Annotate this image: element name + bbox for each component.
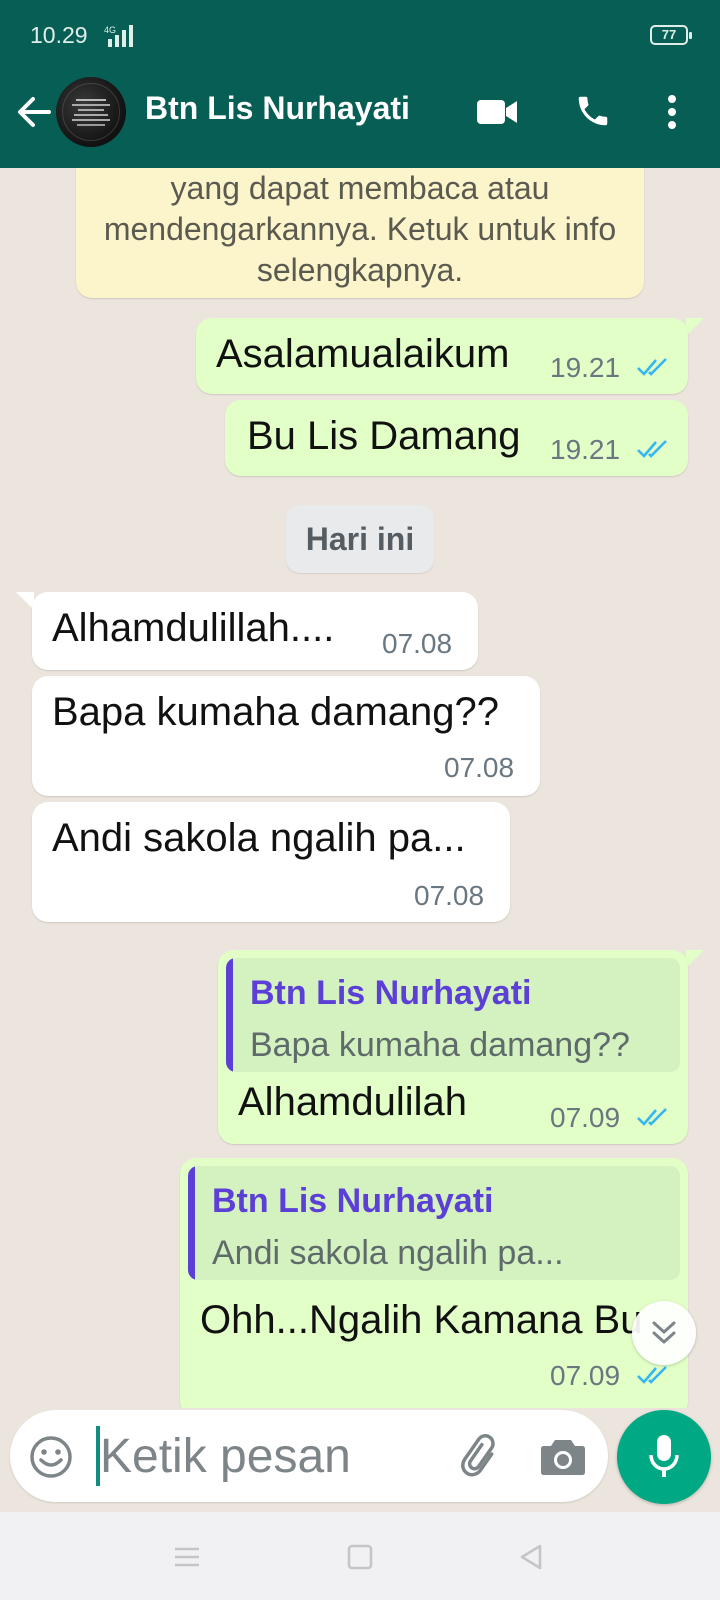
message-bubble-incoming[interactable]: Andi sakola ngalih pa... 07.08 xyxy=(32,802,510,922)
date-separator: Hari ini xyxy=(286,505,434,573)
status-bar: 10.29 4G 77 xyxy=(0,0,720,70)
quoted-text: Bapa kumaha damang?? xyxy=(250,1026,630,1064)
message-text: Alhamdulillah.... xyxy=(52,606,335,650)
message-bubble-incoming[interactable]: Bapa kumaha damang?? 07.08 xyxy=(32,676,540,796)
message-bubble-outgoing-reply[interactable]: Btn Lis Nurhayati Bapa kumaha damang?? A… xyxy=(218,950,688,1144)
contact-name[interactable]: Btn Lis Nurhayati xyxy=(145,90,410,127)
battery-indicator: 77 xyxy=(650,25,692,45)
message-time: 19.21 xyxy=(550,352,621,383)
message-input[interactable] xyxy=(100,1426,430,1486)
video-call-icon[interactable] xyxy=(476,96,518,128)
more-options-icon[interactable] xyxy=(666,94,678,130)
date-separator-label: Hari ini xyxy=(305,521,415,557)
message-time: 07.09 xyxy=(550,1102,621,1133)
message-time: 07.08 xyxy=(414,880,485,911)
voice-call-icon[interactable] xyxy=(574,92,612,130)
message-bubble-incoming[interactable]: Alhamdulillah.... 07.08 xyxy=(32,592,478,670)
bubble-tail xyxy=(686,950,704,968)
quoted-text: Andi sakola ngalih pa... xyxy=(212,1234,564,1272)
quoted-author: Btn Lis Nurhayati xyxy=(212,1182,494,1220)
scroll-down-button[interactable] xyxy=(632,1301,696,1365)
message-time: 07.08 xyxy=(382,628,453,659)
chat-header: 10.29 4G 77 Btn Lis Nurhayati xyxy=(0,0,720,168)
quoted-author: Btn Lis Nurhayati xyxy=(250,974,532,1012)
nav-home-icon[interactable] xyxy=(345,1542,375,1572)
nav-back-icon[interactable] xyxy=(516,1542,546,1572)
quoted-message[interactable]: Btn Lis Nurhayati Andi sakola ngalih pa.… xyxy=(188,1166,680,1280)
system-navigation-bar xyxy=(0,1512,720,1600)
voice-message-button[interactable] xyxy=(617,1410,711,1504)
back-arrow-icon[interactable] xyxy=(16,94,52,130)
message-time: 07.08 xyxy=(444,752,515,783)
message-time: 19.21 xyxy=(550,434,621,465)
avatar[interactable] xyxy=(56,77,126,147)
message-bubble-outgoing[interactable]: Asalamualaikum 19.21 xyxy=(196,318,688,394)
encryption-notice-text: yang dapat membaca atau mendengarkannya.… xyxy=(103,170,617,288)
scroll-down-icon xyxy=(652,1321,676,1344)
message-text: Bapa kumaha damang?? xyxy=(52,690,499,734)
message-text: Ohh...Ngalih Kamana Bu xyxy=(200,1298,643,1342)
bubble-tail xyxy=(686,318,704,336)
message-text: Andi sakola ngalih pa... xyxy=(52,816,466,860)
message-bubble-outgoing-reply[interactable]: Btn Lis Nurhayati Andi sakola ngalih pa.… xyxy=(180,1158,688,1408)
message-text: Bu Lis Damang xyxy=(247,414,521,458)
message-text: Alhamdulilah xyxy=(238,1080,468,1124)
chat-area[interactable]: yang dapat membaca atau mendengarkannya.… xyxy=(0,168,720,1408)
quoted-message[interactable]: Btn Lis Nurhayati Bapa kumaha damang?? xyxy=(226,958,680,1072)
read-receipt-icon xyxy=(637,440,667,458)
status-time: 10.29 xyxy=(30,22,88,48)
network-type: 4G xyxy=(104,25,116,35)
nav-menu-icon[interactable] xyxy=(172,1542,202,1572)
read-receipt-icon xyxy=(637,358,667,376)
attach-icon[interactable] xyxy=(458,1434,504,1480)
message-text: Asalamualaikum xyxy=(216,332,510,376)
encryption-notice[interactable]: yang dapat membaca atau mendengarkannya.… xyxy=(76,168,644,298)
read-receipt-icon xyxy=(637,1108,667,1126)
read-receipt-icon xyxy=(637,1366,667,1384)
camera-icon[interactable] xyxy=(540,1436,586,1476)
message-composer xyxy=(10,1410,608,1502)
emoji-icon[interactable] xyxy=(28,1434,74,1480)
message-time: 07.09 xyxy=(550,1360,621,1391)
message-bubble-outgoing[interactable]: Bu Lis Damang 19.21 xyxy=(225,400,688,476)
mic-icon xyxy=(649,1435,679,1477)
signal-icon: 4G xyxy=(104,25,133,47)
